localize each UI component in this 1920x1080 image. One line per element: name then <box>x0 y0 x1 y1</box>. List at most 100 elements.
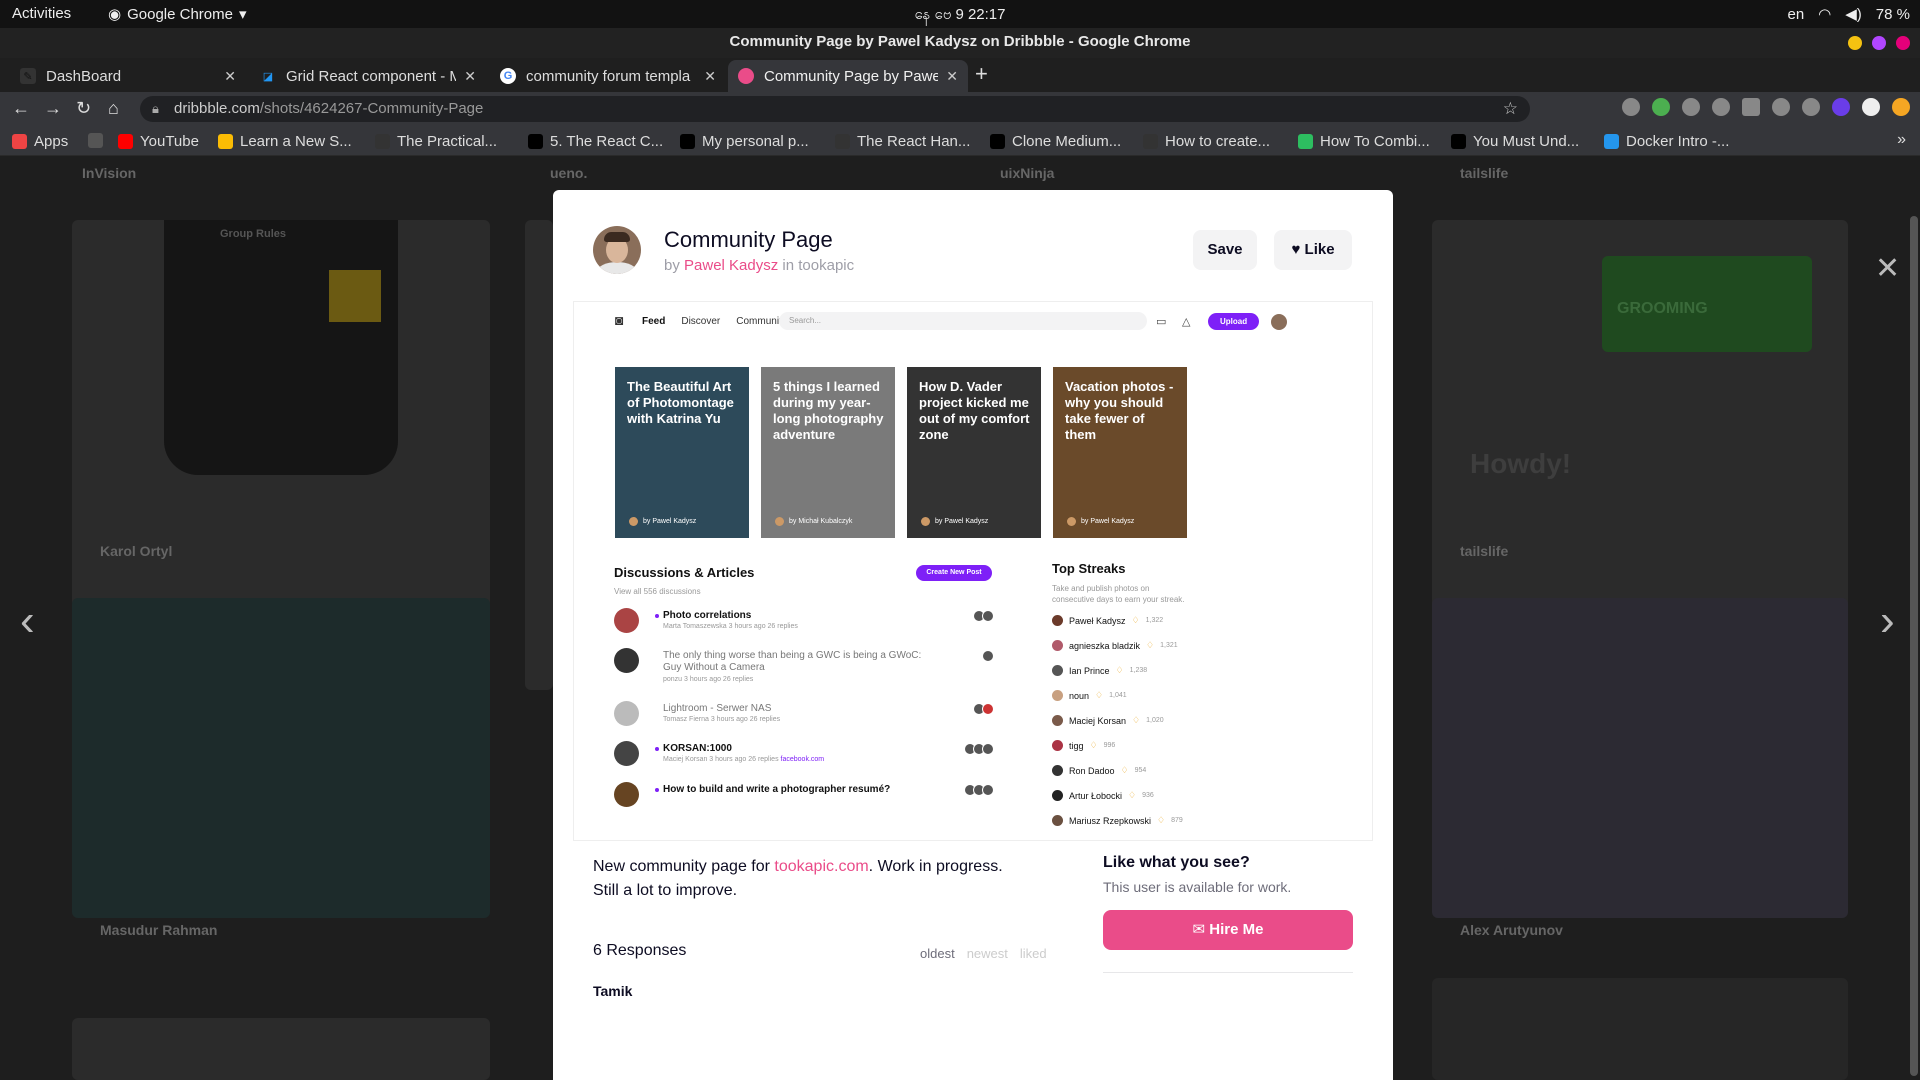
heart-icon: ♥ <box>1291 241 1301 258</box>
hire-me-button[interactable]: ✉ Hire Me <box>1103 910 1353 950</box>
mock-create-post-button: Create New Post <box>916 565 992 581</box>
flame-icon: ♢ <box>1095 690 1104 700</box>
avatar <box>775 517 784 526</box>
react-icon <box>375 134 390 149</box>
wifi-icon[interactable]: ◠ <box>1818 5 1831 23</box>
address-bar[interactable]: 🔒︎ dribbble.com/shots/4624267-Community-… <box>140 96 1530 122</box>
streak-row: Artur Łobocki ♢ 936 <box>1052 790 1154 801</box>
bookmark-item[interactable]: The React Han... <box>835 133 970 150</box>
flame-icon: ♢ <box>1157 815 1166 825</box>
menu-alert-icon[interactable] <box>1892 98 1910 116</box>
bg-shot-card[interactable] <box>72 598 490 918</box>
tab-dashboard[interactable]: ✎ DashBoard ✕ <box>10 60 246 92</box>
globe-icon <box>88 133 103 148</box>
app-menu[interactable]: ◉ Google Chrome ▾ <box>108 5 247 24</box>
avatar <box>629 517 638 526</box>
maximize-button[interactable] <box>1872 36 1886 50</box>
bookmark-item[interactable]: 5. The React C... <box>528 133 663 150</box>
article-card: 5 things I learned during my year-long p… <box>761 367 895 538</box>
avatar <box>1052 690 1063 701</box>
bookmark-item[interactable]: Docker Intro -... <box>1604 133 1729 150</box>
profile-avatar-icon[interactable] <box>1862 98 1880 116</box>
volume-icon[interactable]: ◀) <box>1845 5 1862 23</box>
avatar <box>1052 640 1063 651</box>
previous-shot-arrow-icon[interactable]: ‹ <box>20 596 35 646</box>
medium-icon <box>1451 134 1466 149</box>
author-link[interactable]: Pawel Kadysz <box>684 257 778 274</box>
sort-newest[interactable]: newest <box>967 946 1008 961</box>
facebook-extension-icon[interactable] <box>1742 98 1760 116</box>
bg-shot-card[interactable] <box>1432 598 1848 918</box>
like-button[interactable]: ♥ Like <box>1274 230 1352 270</box>
shot-byline: by Pawel Kadysz in tookapic <box>664 257 855 274</box>
clock[interactable]: နေ ဗေ 9 22:17 <box>914 6 1005 23</box>
code-extension-icon[interactable] <box>1802 98 1820 116</box>
next-shot-arrow-icon[interactable]: › <box>1880 596 1895 646</box>
home-icon[interactable]: ⌂ <box>108 98 119 119</box>
bookmark-item[interactable]: Learn a New S... <box>218 133 352 150</box>
tab-community-page[interactable]: Community Page by Pawe ✕ <box>728 60 968 92</box>
hire-heading: Like what you see? <box>1103 854 1250 871</box>
bookmark-item[interactable]: My personal p... <box>680 133 809 150</box>
streak-row: Paweł Kadysz ♢ 1,322 <box>1052 615 1163 626</box>
page-scrollbar[interactable] <box>1908 156 1920 1080</box>
scrollbar-thumb[interactable] <box>1910 216 1918 1076</box>
camera-extension-icon[interactable] <box>1622 98 1640 116</box>
new-tab-button[interactable]: + <box>975 61 988 87</box>
shot-description: New community page for tookapic.com. Wor… <box>593 858 1003 899</box>
wave-extension-icon[interactable] <box>1772 98 1790 116</box>
top-streaks-title: Top Streaks <box>1052 561 1126 576</box>
bg-shot-card[interactable] <box>1432 978 1848 1080</box>
close-tab-icon[interactable]: ✕ <box>946 68 958 85</box>
avatar <box>614 701 639 726</box>
mock-nav-feed: Feed <box>642 316 666 327</box>
save-button[interactable]: Save <box>1193 230 1257 270</box>
battery-indicator[interactable]: 78 % <box>1876 6 1910 23</box>
flame-icon: ♢ <box>1146 640 1155 650</box>
bg-shot-card[interactable] <box>525 220 553 690</box>
sort-oldest[interactable]: oldest <box>920 946 955 961</box>
bookmark-item[interactable] <box>88 133 110 148</box>
close-tab-icon[interactable]: ✕ <box>464 68 476 85</box>
tookapic-link[interactable]: tookapic.com <box>774 858 868 875</box>
avatar <box>614 648 639 673</box>
bookmark-item[interactable]: How to create... <box>1143 133 1270 150</box>
bookmark-item[interactable]: You Must Und... <box>1451 133 1579 150</box>
back-icon[interactable]: ← <box>12 98 30 119</box>
green-extension-icon[interactable] <box>1652 98 1670 116</box>
bookmark-item[interactable]: How To Combi... <box>1298 133 1430 150</box>
circle-extension-icon[interactable] <box>1682 98 1700 116</box>
close-tab-icon[interactable]: ✕ <box>224 68 236 85</box>
bookmark-item[interactable]: Apps <box>12 133 68 150</box>
system-top-bar: Activities ◉ Google Chrome ▾ နေ ဗေ 9 22:17… <box>0 0 1920 28</box>
flame-icon: ♢ <box>1128 790 1137 800</box>
minimize-button[interactable] <box>1848 36 1862 50</box>
team-link[interactable]: tookapic <box>798 257 854 274</box>
youtube-icon <box>118 134 133 149</box>
avatar <box>1052 715 1063 726</box>
bookmark-item[interactable]: The Practical... <box>375 133 497 150</box>
bookmark-item[interactable]: YouTube <box>118 133 199 150</box>
language-indicator[interactable]: en <box>1787 6 1804 23</box>
tab-community-forum[interactable]: G community forum templa ✕ <box>490 60 726 92</box>
bookmarks-overflow-icon[interactable]: » <box>1897 131 1906 149</box>
mail-icon: ✉ <box>1192 921 1206 938</box>
commenter-name[interactable]: Tamik <box>593 983 632 999</box>
close-tab-icon[interactable]: ✕ <box>704 68 716 85</box>
bg-yellow-block <box>329 270 381 322</box>
bookmark-item[interactable]: Clone Medium... <box>990 133 1121 150</box>
bg-shot-card[interactable] <box>72 1018 490 1080</box>
author-avatar[interactable] <box>593 226 641 274</box>
bookmark-star-icon[interactable]: ☆ <box>1503 96 1518 122</box>
avatar <box>1052 615 1063 626</box>
forward-icon[interactable]: → <box>44 98 62 119</box>
close-modal-icon[interactable]: ✕ <box>1875 251 1900 286</box>
react-extension-icon[interactable] <box>1712 98 1730 116</box>
activities-button[interactable]: Activities <box>12 5 71 22</box>
reload-icon[interactable]: ↻ <box>76 98 91 119</box>
close-window-button[interactable] <box>1896 36 1910 50</box>
divider <box>1103 972 1353 973</box>
purple-extension-icon[interactable] <box>1832 98 1850 116</box>
tab-grid-react[interactable]: ◪ Grid React component - M ✕ <box>250 60 486 92</box>
sort-liked[interactable]: liked <box>1020 946 1047 961</box>
